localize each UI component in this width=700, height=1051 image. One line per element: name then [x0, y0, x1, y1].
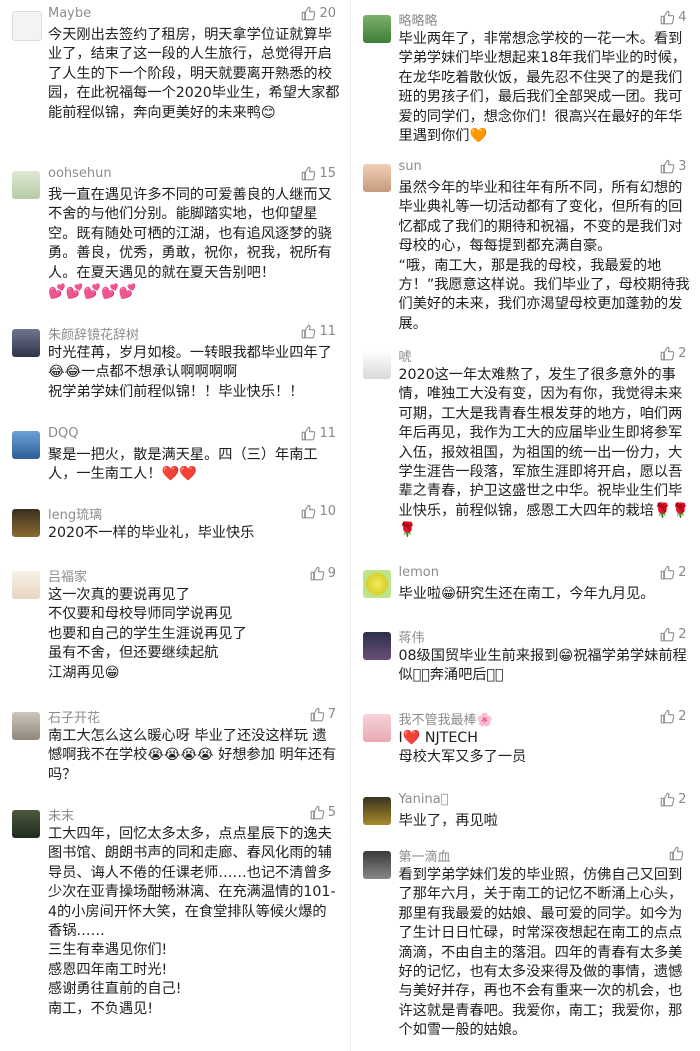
- thumbs-up-icon: [302, 6, 316, 21]
- like-count: 15: [319, 166, 336, 181]
- thumbs-up-icon: [302, 504, 316, 519]
- avatar[interactable]: [12, 431, 40, 459]
- avatar[interactable]: [362, 15, 391, 43]
- avatar[interactable]: [12, 571, 40, 599]
- like-count: 2: [678, 627, 687, 642]
- like-button[interactable]: 2: [660, 792, 687, 807]
- comment-text: 今天刚出去签约了租房，明天拿学位证就算毕业了，结束了这一段的人生旅行，总觉得开启…: [48, 27, 340, 121]
- like-button[interactable]: 11: [301, 324, 336, 339]
- comment-author[interactable]: leng琉璃: [48, 504, 102, 523]
- comment-author[interactable]: DQQ: [48, 426, 78, 441]
- comment-column-right: 略略略 4 毕业两年了，非常想念学校的一花一木。看到学弟学妹们毕业想起来18年我…: [351, 0, 700, 1051]
- like-button[interactable]: 9: [310, 566, 336, 581]
- like-count: 11: [319, 324, 336, 339]
- like-button[interactable]: 2: [660, 627, 687, 642]
- avatar[interactable]: [362, 632, 391, 660]
- like-count: 10: [319, 504, 336, 519]
- thumbs-up-icon: [660, 792, 675, 807]
- thumbs-up-icon: [660, 159, 675, 174]
- comment-author[interactable]: 唬: [399, 346, 412, 365]
- comment-text: 虽然今年的毕业和往年有所不同，所有幻想的毕业典礼等一切活动都有了变化，但所有的回…: [398, 180, 690, 332]
- comment-author[interactable]: Maybe: [48, 6, 91, 21]
- like-button[interactable]: 15: [301, 166, 336, 181]
- comment-text: 毕业两年了，非常想念学校的一花一木。看到学弟学妹们毕业想起来18年我们毕业的时候…: [398, 31, 687, 145]
- like-count: 5: [327, 805, 336, 820]
- like-count: 9: [327, 566, 336, 581]
- comment-author[interactable]: 我不管我最棒🌸: [399, 709, 493, 728]
- like-button[interactable]: 5: [310, 805, 336, 820]
- thumbs-up-icon: [669, 846, 683, 861]
- avatar[interactable]: [362, 570, 391, 598]
- thumbs-up-icon: [660, 346, 675, 361]
- comment-author[interactable]: 吕福家: [48, 566, 87, 585]
- like-button[interactable]: 4: [660, 10, 687, 25]
- thumbs-up-icon: [660, 10, 675, 25]
- like-count: 7: [327, 707, 336, 722]
- avatar[interactable]: [362, 797, 391, 825]
- comment-author[interactable]: lemon: [399, 565, 439, 580]
- avatar[interactable]: [362, 351, 391, 379]
- like-count: 2: [678, 565, 687, 580]
- comment-author[interactable]: sun: [399, 159, 422, 174]
- like-count: 4: [678, 10, 687, 25]
- comment-author[interactable]: oohsehun: [48, 166, 112, 181]
- comment-text: 2020不一样的毕业礼，毕业快乐: [48, 525, 255, 541]
- comment-text: 08级国贸毕业生前来报到😁祝福学弟学妹前程似锦🏻奔涌吧后浪🏻: [398, 648, 687, 684]
- thumbs-up-icon: [660, 709, 675, 724]
- like-button[interactable]: [669, 846, 687, 861]
- comment-author[interactable]: 石子开花: [48, 707, 100, 726]
- avatar[interactable]: [12, 171, 40, 199]
- avatar[interactable]: [362, 851, 391, 879]
- thumbs-up-icon: [302, 166, 316, 181]
- thumbs-up-icon: [310, 566, 324, 581]
- comment-text: 南工大怎么这么暖心呀 毕业了还没这样玩 遗憾啊我不在学校😭😭😭😭 好想参加 明年…: [48, 728, 337, 783]
- comment-text: 聚是一把火，散是满天星。四（三）年南工人，一生南工人！❤️❤️: [48, 447, 318, 483]
- thumbs-up-icon: [310, 805, 324, 820]
- comment-feed: Maybe 20 今天刚出去签约了租房，明天拿学位证就算毕业了，结束了这一段的人…: [0, 0, 700, 1051]
- thumbs-up-icon: [310, 707, 324, 722]
- like-count: 11: [319, 426, 336, 441]
- avatar[interactable]: [362, 714, 391, 742]
- like-count: 2: [678, 346, 687, 361]
- comment-text: 这一次真的要说再见了 不仅要和母校导师同学说再见 也要和自己的学生生涯说再见了 …: [48, 587, 247, 681]
- thumbs-up-icon: [302, 324, 316, 339]
- comment-text: 毕业啦😁研究生还在南工，今年九月见。: [398, 586, 655, 602]
- comment-text: 毕业了，再见啦: [398, 813, 498, 829]
- comment-author[interactable]: 未末: [48, 805, 74, 824]
- like-button[interactable]: 2: [660, 709, 687, 724]
- comment-author[interactable]: 蒋伟: [399, 627, 425, 646]
- avatar[interactable]: [12, 810, 40, 838]
- comment-author[interactable]: Yanina🏻: [399, 792, 449, 807]
- like-count: 2: [678, 792, 687, 807]
- avatar[interactable]: [12, 712, 40, 740]
- comment-text: 2020这一年太难熬了，发生了很多意外的事情，唯独工大没有变，因为有你，我觉得未…: [398, 367, 690, 539]
- comment-text: 时光荏苒，岁月如梭。一转眼我都毕业四年了😂😂一点都不想承认啊啊啊啊 祝学弟学妹们…: [48, 345, 332, 400]
- avatar[interactable]: [362, 164, 391, 192]
- like-button[interactable]: 3: [660, 159, 687, 174]
- comment-author[interactable]: 朱颜辞镜花辞树: [48, 324, 139, 343]
- comment-text: 工大四年，回忆太多太多，点点星辰下的逸夫图书馆、朗朗书声的同和走廊、春风化雨的辅…: [48, 826, 336, 1017]
- like-count: 2: [678, 709, 687, 724]
- avatar[interactable]: [12, 11, 42, 41]
- like-button[interactable]: 2: [660, 346, 687, 361]
- comment-text: 我一直在遇见许多不同的可爱善良的人继而又不舍的与他们分别。能脚踏实地，也仰望星空…: [48, 187, 332, 301]
- thumbs-up-icon: [660, 627, 675, 642]
- thumbs-up-icon: [302, 426, 316, 441]
- like-count: 20: [319, 6, 336, 21]
- like-button[interactable]: 20: [301, 6, 336, 21]
- like-button[interactable]: 11: [301, 426, 336, 441]
- comment-author[interactable]: 第一滴血: [399, 846, 451, 865]
- avatar[interactable]: [12, 509, 40, 537]
- comment-text: I❤️ NJTECH 母校大军又多了一员: [398, 730, 527, 766]
- comment-author[interactable]: 略略略: [399, 10, 438, 29]
- avatar[interactable]: [12, 329, 40, 357]
- comment-text: 看到学弟学妹们发的毕业照，仿佛自己又回到了那年六月，关于南工的记忆不断涌上心头，…: [398, 867, 683, 1039]
- like-button[interactable]: 2: [660, 565, 687, 580]
- thumbs-up-icon: [660, 565, 675, 580]
- like-count: 3: [678, 159, 687, 174]
- like-button[interactable]: 10: [301, 504, 336, 519]
- like-button[interactable]: 7: [310, 707, 336, 722]
- comment-column-left: Maybe 20 今天刚出去签约了租房，明天拿学位证就算毕业了，结束了这一段的人…: [0, 0, 351, 1051]
